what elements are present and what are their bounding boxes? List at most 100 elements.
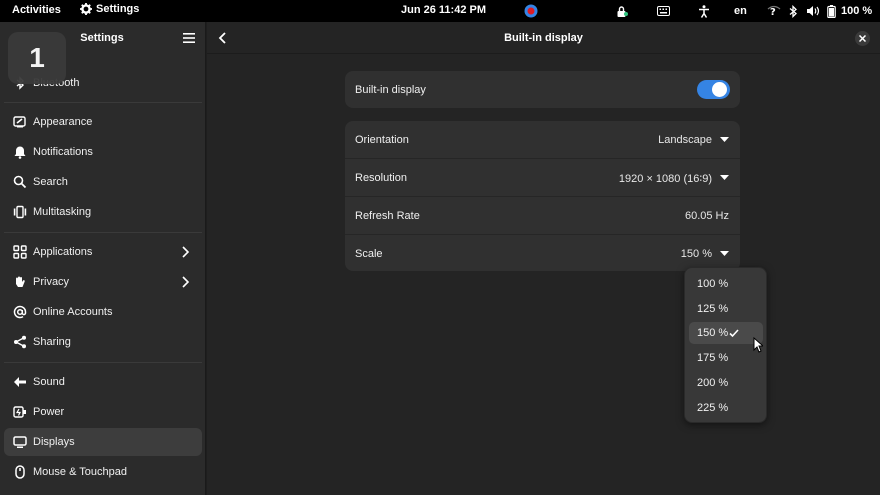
sidebar-item-label: Sharing bbox=[33, 336, 71, 348]
builtin-display-row: Built-in display bbox=[345, 71, 740, 108]
sidebar-item-label: Sound bbox=[33, 376, 65, 388]
sidebar-item-sharing[interactable]: Sharing bbox=[4, 328, 202, 356]
sidebar-item-label: Appearance bbox=[33, 116, 93, 128]
keyboard-layout-indicator[interactable]: en bbox=[734, 3, 747, 19]
sidebar-item-power[interactable]: Power bbox=[4, 398, 202, 426]
scale-row[interactable]: Scale 150 % bbox=[345, 235, 740, 272]
scale-option-label: 125 % bbox=[697, 303, 729, 315]
bell-icon bbox=[14, 146, 26, 159]
refresh-rate-row: Refresh Rate 60.05 Hz bbox=[345, 197, 740, 234]
svg-text:?: ? bbox=[770, 7, 776, 17]
display-icon bbox=[13, 436, 27, 448]
scale-option-100[interactable]: 100 % bbox=[689, 273, 763, 295]
checkmark-icon bbox=[729, 329, 739, 338]
search-icon bbox=[13, 175, 27, 189]
speaker-icon bbox=[14, 377, 26, 387]
sidebar-item-privacy[interactable]: Privacy bbox=[4, 268, 202, 296]
orientation-row[interactable]: Orientation Landscape bbox=[345, 121, 740, 158]
chevron-right-icon bbox=[182, 246, 190, 258]
toggle-knob bbox=[712, 82, 727, 97]
scale-option-125[interactable]: 125 % bbox=[689, 298, 763, 320]
scale-option-label: 100 % bbox=[697, 278, 729, 290]
wifi-question-icon[interactable]: ? bbox=[767, 3, 781, 19]
gear-icon bbox=[80, 3, 92, 15]
builtin-display-label: Built-in display bbox=[355, 84, 426, 96]
app-menu[interactable]: Settings bbox=[80, 3, 139, 15]
keyboard-icon[interactable] bbox=[657, 3, 670, 19]
display-settings-card: Orientation Landscape Resolution 1920 × … bbox=[345, 121, 740, 271]
sidebar-item-mouse-touchpad[interactable]: Mouse & Touchpad bbox=[4, 458, 202, 486]
mouse-icon bbox=[15, 465, 25, 479]
sidebar-item-multitasking[interactable]: Multitasking bbox=[4, 198, 202, 226]
screen-recording-icon[interactable] bbox=[524, 3, 538, 19]
sidebar-item-notifications[interactable]: Notifications bbox=[4, 138, 202, 166]
sidebar-item-search[interactable]: Search bbox=[4, 168, 202, 196]
appearance-icon bbox=[13, 116, 26, 128]
sidebar-item-sound[interactable]: Sound bbox=[4, 368, 202, 396]
refresh-rate-label: Refresh Rate bbox=[355, 210, 420, 222]
dropdown-arrow-icon bbox=[720, 251, 729, 256]
volume-icon[interactable] bbox=[806, 3, 820, 19]
sidebar-item-label: Displays bbox=[33, 436, 75, 448]
bluetooth-status-icon[interactable] bbox=[789, 3, 798, 19]
scale-option-label: 225 % bbox=[697, 402, 729, 414]
lock-icon[interactable] bbox=[616, 3, 628, 19]
sidebar-item-online-accounts[interactable]: Online Accounts bbox=[4, 298, 202, 326]
orientation-label: Orientation bbox=[355, 134, 409, 146]
mouse-pointer-icon bbox=[753, 337, 763, 353]
sidebar-divider bbox=[4, 232, 202, 233]
app-name: Settings bbox=[96, 3, 140, 15]
multitasking-icon bbox=[13, 205, 27, 219]
content-header: Built-in display bbox=[207, 22, 880, 54]
scale-option-label: 175 % bbox=[697, 352, 729, 364]
refresh-rate-value: 60.05 Hz bbox=[684, 210, 729, 222]
scale-value: 150 % bbox=[680, 248, 712, 260]
scale-option-200[interactable]: 200 % bbox=[689, 372, 763, 394]
apps-grid-icon bbox=[13, 245, 27, 259]
resolution-row[interactable]: Resolution 1920 × 1080 (16∶9) bbox=[345, 159, 740, 196]
sidebar-item-applications[interactable]: Applications bbox=[4, 238, 202, 266]
top-bar: Activities Settings Jun 26 11:42 PM en ?… bbox=[0, 0, 880, 22]
accessibility-icon[interactable] bbox=[698, 3, 710, 19]
activities-button[interactable]: Activities bbox=[12, 4, 61, 16]
share-icon bbox=[14, 335, 26, 349]
hand-icon bbox=[16, 276, 25, 287]
sidebar-item-label: Multitasking bbox=[33, 206, 92, 218]
sidebar-item-label: Notifications bbox=[33, 146, 93, 158]
workspace-indicator: 1 bbox=[8, 32, 66, 84]
sidebar-item-label: Applications bbox=[33, 246, 93, 258]
sidebar-item-appearance[interactable]: Appearance bbox=[4, 108, 202, 136]
chevron-right-icon bbox=[182, 276, 190, 288]
battery-icon[interactable] bbox=[827, 3, 836, 19]
close-icon bbox=[859, 35, 866, 42]
sidebar: Settings Bluetooth Appearance Notificati… bbox=[0, 22, 206, 495]
dropdown-arrow-icon bbox=[720, 137, 729, 142]
resolution-value: 1920 × 1080 (16∶9) bbox=[618, 173, 712, 185]
scale-label: Scale bbox=[355, 248, 383, 260]
clock[interactable]: Jun 26 11:42 PM bbox=[401, 4, 486, 16]
at-icon bbox=[13, 305, 27, 319]
battery-percentage[interactable]: 100 % bbox=[841, 3, 872, 19]
hamburger-menu-icon[interactable] bbox=[182, 32, 196, 44]
sidebar-divider bbox=[4, 362, 202, 363]
sidebar-item-label: Privacy bbox=[33, 276, 70, 288]
page-title: Built-in display bbox=[504, 32, 583, 44]
power-icon bbox=[13, 406, 26, 418]
dropdown-arrow-icon bbox=[720, 175, 729, 180]
builtin-display-card: Built-in display bbox=[345, 71, 740, 108]
sidebar-item-displays[interactable]: Displays bbox=[4, 428, 202, 456]
sidebar-item-label: Mouse & Touchpad bbox=[33, 466, 127, 478]
scale-option-150[interactable]: 150 % bbox=[689, 322, 763, 344]
scale-option-225[interactable]: 225 % bbox=[689, 397, 763, 419]
builtin-display-toggle[interactable] bbox=[697, 80, 730, 99]
sidebar-item-label: Search bbox=[33, 176, 68, 188]
scale-option-label: 200 % bbox=[697, 377, 729, 389]
sidebar-divider bbox=[4, 102, 202, 103]
content-pane: Built-in display Built-in display Orient… bbox=[207, 22, 880, 495]
close-button[interactable] bbox=[855, 31, 870, 46]
resolution-label: Resolution bbox=[355, 172, 407, 184]
scale-option-label: 150 % bbox=[697, 327, 729, 339]
orientation-value: Landscape bbox=[658, 134, 712, 146]
scale-option-175[interactable]: 175 % bbox=[689, 347, 763, 369]
sidebar-item-label: Online Accounts bbox=[33, 306, 113, 318]
